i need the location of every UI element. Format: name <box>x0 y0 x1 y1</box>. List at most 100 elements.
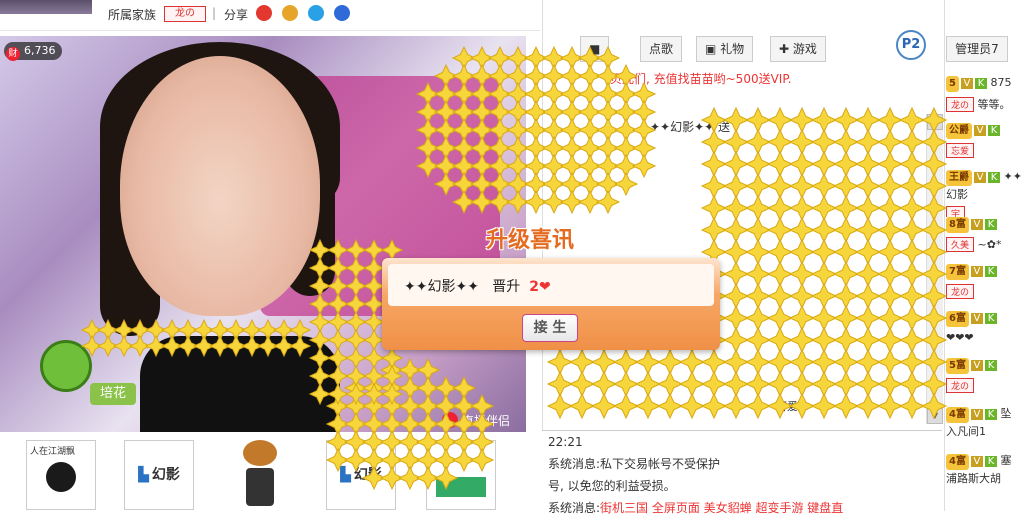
user-list-row[interactable]: 4富 V K 塞浦路斯大胡 <box>946 452 1022 499</box>
user-family-badge: 久美 <box>946 237 975 252</box>
user-list-row[interactable]: 王爵 V K ✦✦幻影宇 <box>946 170 1022 217</box>
user-extra: 等等。 <box>974 98 1011 111</box>
k-icon: K <box>984 313 997 324</box>
chat-scrollbar[interactable]: ▲ ▼ <box>926 114 943 424</box>
vip-icon: V <box>970 456 983 467</box>
scroll-up-icon[interactable]: ▲ <box>927 114 943 130</box>
bottom-tile-2[interactable]: ▙ 幻影 <box>124 440 194 510</box>
plant-icon[interactable] <box>40 340 92 392</box>
vip-icon: V <box>970 360 983 371</box>
scroll-down-icon[interactable]: ▼ <box>927 408 943 424</box>
k-icon: K <box>984 456 997 467</box>
plant-label[interactable]: 培花 <box>90 383 136 405</box>
user-list-row[interactable]: 6富 V K ❤❤❤ <box>946 311 1022 358</box>
user-family-badge: 龙の <box>946 284 975 299</box>
sys-msg-1: 私下交易帐号不受保护 <box>600 457 721 471</box>
user-extra: ❤❤❤ <box>946 331 974 344</box>
user-list-items: 5VK 875 龙の 等等。 公爵 V K 忘爱 王爵 V K ✦✦幻影宇 8富 V K 久美 ~✿* 7… <box>946 76 1022 499</box>
qzone-icon[interactable] <box>282 5 298 21</box>
bottom-tile-3[interactable] <box>240 440 280 508</box>
tab-game[interactable]: ✚ 游戏 <box>770 36 826 62</box>
sys-links[interactable]: 街机三国 全屏页面 美女貂蝉 超变手游 键盘直 <box>600 501 843 515</box>
k-icon: K <box>988 125 1000 136</box>
vip-icon: V <box>970 219 983 230</box>
chat-time: 22:21 <box>548 435 583 449</box>
streamer-shirt <box>140 336 340 432</box>
play-icon <box>442 412 458 428</box>
viewer-count-badge: 财 6,736 <box>4 42 62 61</box>
vip-icon: V <box>970 409 983 420</box>
vip-icon: V <box>974 125 986 136</box>
user-family-badge: 忘爱 <box>946 143 975 158</box>
k-icon: K <box>974 78 987 89</box>
user-family-badge: 龙の <box>946 97 975 112</box>
sys-label-2: 系统消息: <box>548 501 601 515</box>
user-level-badge: 公爵 <box>946 123 972 139</box>
vip-icon: V <box>970 266 983 277</box>
user-list-row[interactable]: 4富 V K 坠入凡间1 <box>946 405 1022 452</box>
tab-gift[interactable]: ▣ 礼物 <box>696 36 754 62</box>
user-list-row[interactable]: 公爵 V K 忘爱 <box>946 123 1022 170</box>
penguin-icon <box>46 462 76 492</box>
anchor-avatar[interactable] <box>0 0 92 14</box>
tab-admin[interactable]: 管理员7 <box>946 36 1008 62</box>
k-icon: K <box>984 266 997 277</box>
user-level-badge: 王爵 <box>946 170 972 186</box>
bottom-tile-5[interactable] <box>426 440 496 510</box>
tab-song-label: 点歌 <box>649 42 674 56</box>
baidu-icon[interactable] <box>334 5 350 21</box>
user-extra: ~✿* <box>974 238 1002 251</box>
k-icon: K <box>988 172 1000 183</box>
user-level-badge: 8富 <box>946 217 969 233</box>
user-family-badge: 宇 <box>946 206 966 217</box>
user-name: 875 <box>986 76 1012 89</box>
popup-confirm-button[interactable]: 接 生 <box>522 314 578 342</box>
gift-message: ✦✦幻影✦✦ 送 <box>650 120 731 134</box>
tile-2-label: 幻影 <box>151 467 180 483</box>
p2-button[interactable]: P2 <box>896 30 926 60</box>
user-list-row[interactable]: 5富 V K 龙の <box>946 358 1022 405</box>
logo-icon: ▙ <box>340 467 351 483</box>
tab-gift-label: 礼物 <box>720 42 745 56</box>
chat-tab-icon: ■ <box>589 42 601 56</box>
tile-1-label: 人在江湖飘 <box>30 447 76 457</box>
vip-icon: V <box>970 313 983 324</box>
user-list-row[interactable]: 7富 V K 龙の <box>946 264 1022 311</box>
popup-title: 升级喜讯 <box>486 228 575 253</box>
user-level-badge: 4富 <box>946 454 969 470</box>
user-family-badge: 龙の <box>946 378 975 393</box>
k-icon: K <box>984 219 997 230</box>
user-list-row[interactable]: 8富 V K 久美 ~✿* <box>946 217 1022 264</box>
gift-icon: ▣ <box>705 42 721 56</box>
sys-msg-2: 号, 以免您的利益受损。 <box>548 479 676 493</box>
user-level-badge: 7富 <box>946 264 969 280</box>
tile-4-label: 幻影 <box>353 467 382 483</box>
bench-icon <box>436 477 486 497</box>
k-icon: K <box>984 409 997 420</box>
popup-action: 晋升 <box>492 279 521 295</box>
logo-icon: ▙ <box>138 467 149 483</box>
tab-chat[interactable]: ■ <box>580 36 610 62</box>
cartoon-head-icon <box>243 440 277 466</box>
user-level-badge: 4富 <box>946 407 969 423</box>
heart-icon: ❤ <box>538 279 551 295</box>
bottom-tile-1[interactable]: 人在江湖飘 <box>26 440 96 510</box>
pengyou-icon[interactable] <box>308 5 324 21</box>
user-level-badge: 6富 <box>946 311 969 327</box>
wealth-icon: 财 <box>6 47 20 61</box>
user-list-row[interactable]: 5VK 875 龙の 等等。 <box>946 76 1022 123</box>
gamepad-icon: ✚ <box>779 42 793 56</box>
separator: | <box>212 6 217 20</box>
clan-badge[interactable]: 龙の <box>164 6 206 22</box>
star-shape <box>397 465 423 491</box>
bottom-tile-4[interactable]: ▙ 幻影 <box>326 440 396 510</box>
user-level-badge: 5富 <box>946 358 969 374</box>
live-companion-logo: 直播伴侣 <box>442 412 510 429</box>
popup-level: 2 <box>529 279 539 295</box>
tab-song[interactable]: 点歌 <box>640 36 683 62</box>
weibo-icon[interactable] <box>256 5 272 21</box>
star-shape <box>397 447 423 473</box>
